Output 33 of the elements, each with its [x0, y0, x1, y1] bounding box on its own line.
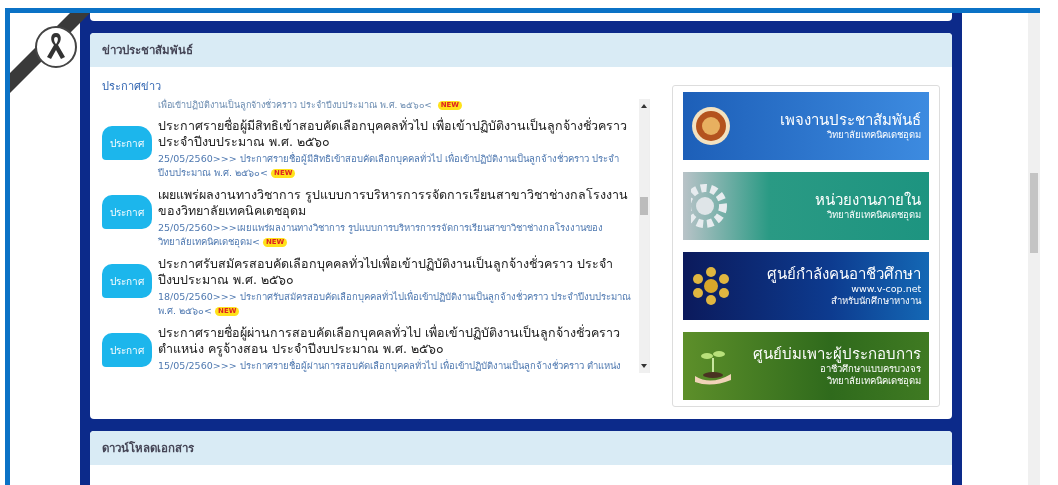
- scroll-thumb[interactable]: [1030, 173, 1039, 253]
- scrollbar[interactable]: [639, 99, 650, 373]
- banner-subtitle: สำหรับนักศึกษาหางาน: [831, 295, 922, 307]
- banner-link[interactable]: หน่วยงานภายใน วิทยาลัยเทคนิคเดชอุดม: [683, 172, 930, 240]
- news-summary: เพื่อเข้าปฏิบัติงานเป็นลูกจ้างชั่วคราว ประจำปีงบประมาณ พ.ศ. ๒๕๖๐<: [158, 100, 432, 110]
- news-title[interactable]: เผยแพร่ผลงานทางวิชาการ รูปแบบการบริหารการรจัดการเรียนสาขาวิชาช่างกลโรงงานของวิทยาลัยเทคนิคเดชอุดม: [158, 187, 636, 219]
- seal-icon: [691, 106, 732, 146]
- announcement-icon: ประกาศ: [102, 126, 152, 160]
- section-link[interactable]: ประกาศข่าว: [102, 77, 161, 95]
- panel-title: ข่าวประชาสัมพันธ์: [102, 43, 193, 57]
- page-scrollbar[interactable]: [1028, 13, 1040, 485]
- news-title[interactable]: ประกาศรายชื่อผู้ผ่านการสอบคัดเลือกบุคคลทั่วไป เพื่อเข้าปฏิบัติงานเป็นลูกจ้างชั่วคราว ตำแหน่ง ครูจ้างสอน ประจำปีงบประมาณ พ.ศ. ๒๕๖๐: [158, 325, 636, 357]
- banner-title: ศูนย์กำลังคนอาชีวศึกษา: [767, 265, 922, 283]
- news-title[interactable]: ประกาศรายชื่อผู้มีสิทธิเข้าสอบคัดเลือกบุคคลทั่วไป เพื่อเข้าปฏิบัติงานเป็นลูกจ้างชั่วคราว ประจำปีงบประมาณ พ.ศ. ๒๕๖๐: [158, 118, 636, 150]
- news-title[interactable]: ประกาศรับสมัครสอบคัดเลือกบุคคลทั่วไปเพื่อเข้าปฏิบัติงานเป็นลูกจ้างชั่วคราว ประจำปีงบประมาณ พ.ศ. ๒๕๖๐: [158, 256, 636, 288]
- banner-link[interactable]: ศูนย์บ่มเพาะผู้ประกอบการ อาชีวศึกษาแบบครบวงจร วิทยาลัยเทคนิคเดชอุดม: [683, 332, 930, 400]
- announcement-icon: ประกาศ: [102, 333, 152, 367]
- panel-title: ดาวน์โหลดเอกสาร: [102, 441, 194, 455]
- banner-link[interactable]: เพจงานประชาสัมพันธ์ วิทยาลัยเทคนิคเดชอุดม: [683, 92, 930, 160]
- banner-title: หน่วยงานภายใน: [815, 191, 922, 209]
- scroll-thumb[interactable]: [640, 197, 649, 215]
- banner-link[interactable]: ศูนย์กำลังคนอาชีวศึกษา www.v-cop.net สำหรับนักศึกษาหางาน: [683, 252, 930, 320]
- banner-subtitle: วิทยาลัยเทคนิคเดชอุดม: [827, 375, 922, 387]
- banner-title: ศูนย์บ่มเพาะผู้ประกอบการ: [753, 345, 922, 363]
- announcement-icon: ประกาศ: [102, 195, 152, 229]
- announcement-icon: ประกาศ: [102, 264, 152, 298]
- banner-title: เพจงานประชาสัมพันธ์: [780, 111, 922, 129]
- gear-cluster-icon: [691, 266, 732, 306]
- banner-subtitle: www.v-cop.net: [851, 283, 922, 295]
- news-summary: 15/05/2560>>> ประกาศรายชื่อผู้ผ่านการสอบคัดเลือกบุคคลทั่วไป เพื่อเข้าปฏิบัติงานเป็นลูกจ้างชั่วคราว ตำแหน่ง: [158, 359, 622, 373]
- banner-subtitle: วิทยาลัยเทคนิคเดชอุดม: [827, 209, 922, 221]
- banner-subtitle: วิทยาลัยเทคนิคเดชอุดม: [827, 129, 922, 141]
- banner-subtitle: อาชีวศึกษาแบบครบวงจร: [820, 363, 922, 375]
